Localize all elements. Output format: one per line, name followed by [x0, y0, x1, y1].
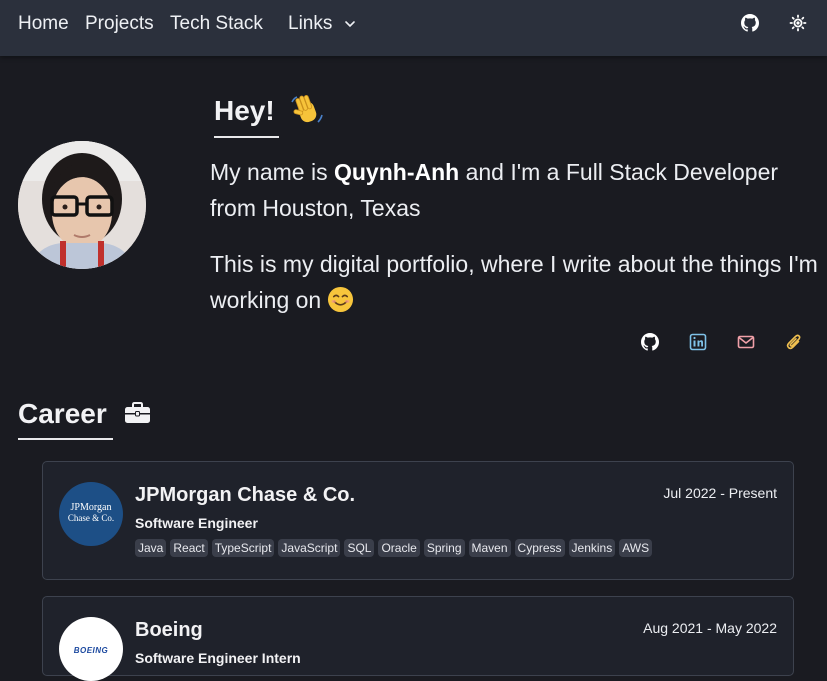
company-name: Boeing: [135, 619, 203, 641]
tech-tag: Jenkins: [568, 539, 616, 557]
tech-tag: AWS: [619, 539, 653, 557]
job-dates: Aug 2021 - May 2022: [643, 620, 777, 636]
tech-tag: Java: [135, 539, 167, 557]
intro-prefix: My name is: [210, 159, 334, 185]
chevron-down-icon[interactable]: [344, 17, 356, 31]
job-dates: Jul 2022 - Present: [663, 485, 777, 501]
jpmorgan-logo-line2: Chase & Co.: [67, 513, 115, 523]
email-icon[interactable]: [737, 333, 755, 351]
tech-tag: Oracle: [378, 539, 420, 557]
developer-name: Quynh-Anh: [333, 159, 460, 185]
job-role: Software Engineer Intern: [135, 650, 301, 666]
tech-tags: Java React TypeScript JavaScript SQL Ora…: [135, 539, 653, 557]
tech-tag: React: [170, 539, 208, 557]
profile-photo: [18, 141, 146, 269]
navbar: Home Projects Tech Stack Links: [0, 0, 827, 56]
company-name: JPMorgan Chase & Co.: [135, 484, 356, 506]
tech-tag: JavaScript: [278, 539, 341, 557]
boeing-logo: BOEING: [59, 617, 123, 681]
job-card-jpmorgan[interactable]: JPMorgan Chase & Co. JPMorgan Chase & Co…: [42, 461, 794, 580]
greeting-heading: Hey!: [214, 95, 275, 126]
sun-icon[interactable]: [789, 14, 807, 32]
waving-hand-icon: [291, 95, 323, 123]
intro-paragraph: My name is Quynh-Anh and I'm a Full Stac…: [210, 154, 820, 226]
portfolio-text: This is my digital portfolio, where I wr…: [210, 251, 818, 313]
paperclip-icon[interactable]: [785, 333, 803, 351]
tech-tag: Spring: [423, 539, 465, 557]
nav-home-link[interactable]: Home: [18, 12, 69, 36]
nav-links-dropdown[interactable]: Links: [288, 12, 332, 36]
job-card-boeing[interactable]: BOEING Boeing Aug 2021 - May 2022 Softwa…: [42, 596, 794, 681]
profile-avatar: [18, 141, 146, 269]
nav-tech-stack-link[interactable]: Tech Stack: [170, 12, 263, 36]
jpmorgan-logo: JPMorgan Chase & Co.: [59, 482, 123, 546]
boeing-logo-text: BOEING: [73, 646, 109, 655]
linkedin-icon[interactable]: [689, 333, 707, 351]
portfolio-paragraph: This is my digital portfolio, where I wr…: [210, 246, 820, 318]
job-role: Software Engineer: [135, 515, 258, 531]
career-underline: [18, 438, 113, 440]
career-heading: Career: [18, 398, 107, 429]
greeting-underline: [214, 136, 279, 138]
tech-tag: Cypress: [514, 539, 565, 557]
briefcase-icon: [125, 402, 150, 423]
jpmorgan-logo-line1: JPMorgan: [70, 502, 112, 513]
tech-tag: SQL: [344, 539, 375, 557]
tech-tag: Maven: [468, 539, 511, 557]
nav-projects-link[interactable]: Projects: [85, 12, 154, 36]
tech-tag: TypeScript: [211, 539, 275, 557]
github-icon[interactable]: [641, 333, 659, 351]
github-icon[interactable]: [741, 14, 759, 32]
smiling-face-icon: [328, 286, 354, 313]
